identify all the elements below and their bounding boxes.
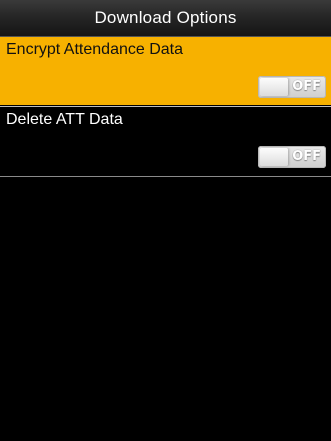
option-encrypt-attendance-data[interactable]: Encrypt Attendance Data OFF — [0, 37, 331, 105]
toggle-knob — [260, 148, 288, 166]
page-title: Download Options — [94, 8, 237, 27]
delete-att-data-toggle[interactable]: OFF — [258, 146, 326, 168]
toggle-knob — [260, 78, 288, 96]
title-bar: Download Options — [0, 0, 331, 37]
toggle-state-label: OFF — [292, 79, 321, 94]
option-label: Delete ATT Data — [6, 111, 123, 128]
option-delete-att-data[interactable]: Delete ATT Data OFF — [0, 107, 331, 175]
device-screen: Download Options Encrypt Attendance Data… — [0, 0, 331, 441]
encrypt-attendance-data-toggle[interactable]: OFF — [258, 76, 326, 98]
empty-list-area — [0, 177, 331, 441]
option-label: Encrypt Attendance Data — [6, 41, 183, 58]
toggle-state-label: OFF — [292, 149, 321, 164]
